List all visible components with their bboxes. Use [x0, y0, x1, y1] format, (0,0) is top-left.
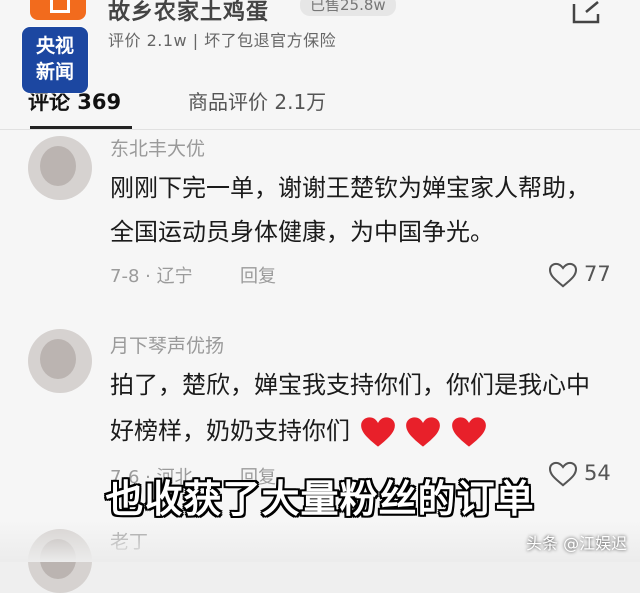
comment-text-line: 好榜样，奶奶支持你们 [110, 409, 487, 453]
store-icon[interactable] [30, 0, 86, 20]
logo-line: 央视 [35, 35, 74, 57]
tab-product-reviews[interactable]: 商品评价 2.1万 [188, 86, 326, 115]
comment-screen: 故乡农家土鸡蛋 已售25.8w 评价 2.1w | 坏了包退官方保险 评论 36… [0, 0, 640, 593]
logo-line: 新闻 [35, 61, 74, 83]
comment-text-fragment: 好榜样，奶奶支持你们 [110, 417, 350, 445]
share-icon[interactable] [570, 0, 604, 26]
watermark: 头条 @江娱迟 [526, 534, 628, 553]
video-subtitle: 也收获了大量粉丝的订单 [105, 477, 535, 521]
comment-date-location: 7-8 · 辽宁 [110, 266, 193, 287]
red-heart-emoji-icon [406, 417, 441, 447]
red-heart-emoji-icon [360, 417, 395, 447]
comment-username[interactable]: 东北丰大优 [110, 134, 205, 161]
cctv-news-logo: 央视 新闻 [22, 27, 88, 93]
store-subline: 评价 2.1w | 坏了包退官方保险 [108, 31, 337, 50]
comment-text-line: 全国运动员身体健康，为中国争光。 [110, 218, 494, 246]
comment-text-line: 刚刚下完一单，谢谢王楚钦为婵宝家人帮助， [110, 174, 590, 202]
avatar[interactable] [28, 329, 92, 393]
avatar[interactable] [28, 136, 92, 200]
tab-divider [0, 129, 640, 130]
heart-outline-icon[interactable] [548, 262, 578, 288]
sold-badge: 已售25.8w [300, 0, 396, 16]
reply-button[interactable]: 回复 [240, 262, 276, 288]
comment-text-line: 拍了，楚欣，婵宝我支持你们，你们是我心中 [110, 371, 590, 399]
comment-username[interactable]: 月下琴声优扬 [110, 331, 224, 358]
red-heart-emoji-icon [452, 417, 486, 447]
store-title[interactable]: 故乡农家土鸡蛋 [108, 0, 269, 26]
like-count: 77 [584, 262, 611, 286]
